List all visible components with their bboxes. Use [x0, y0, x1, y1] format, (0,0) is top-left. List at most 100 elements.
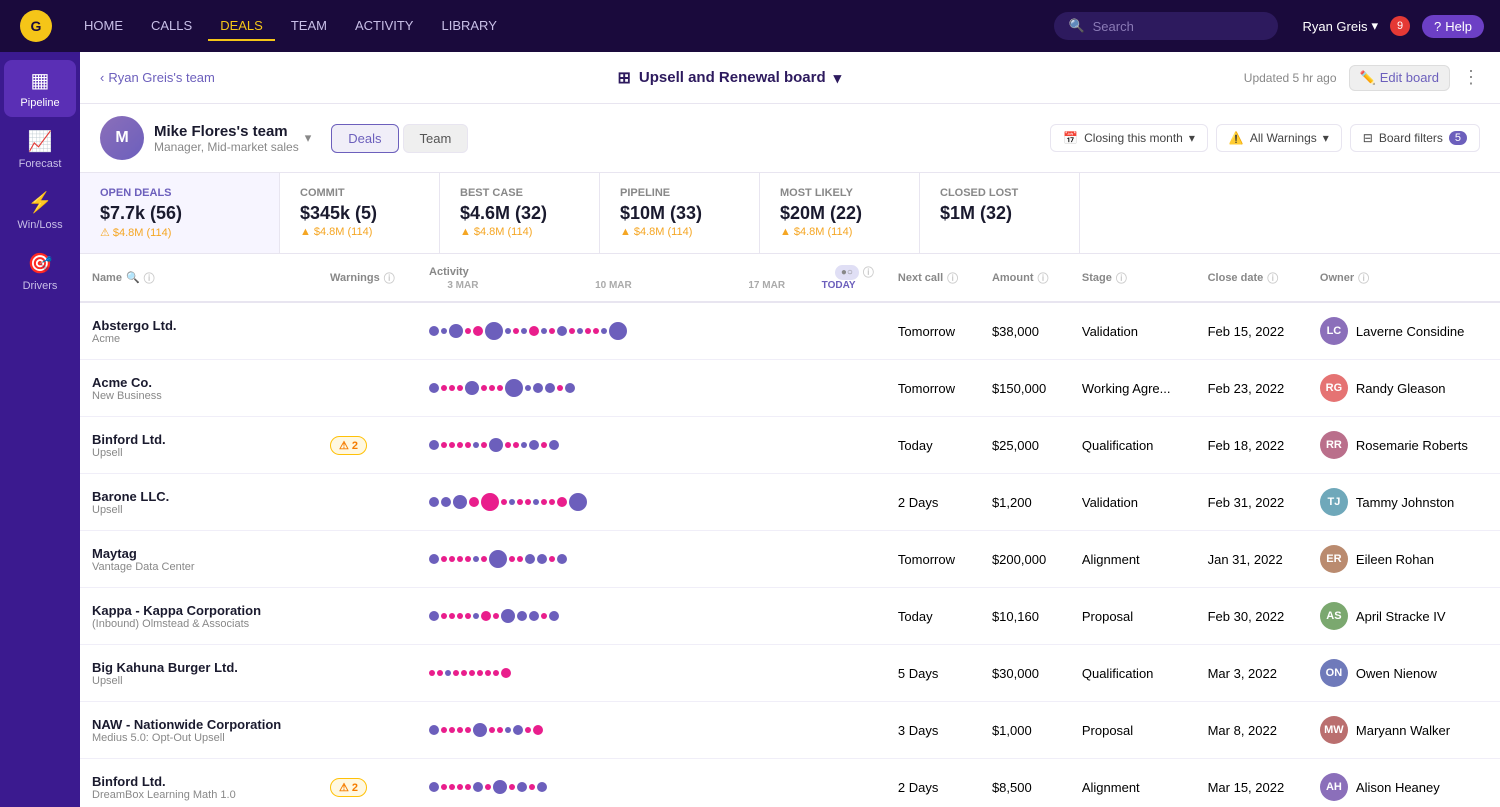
deal-close-date-cell: Mar 3, 2022: [1196, 645, 1308, 702]
activity-dot: [541, 328, 547, 334]
sidebar-item-pipeline[interactable]: ▦ Pipeline: [4, 60, 76, 117]
breadcrumb-back[interactable]: ‹ Ryan Greis's team: [100, 70, 215, 85]
sidebar-item-drivers[interactable]: 🎯 Drivers: [4, 243, 76, 300]
activity-dot: [513, 442, 519, 448]
activity-dot: [429, 670, 435, 676]
activity-dot: [533, 499, 539, 505]
warning-icon: ⚠: [100, 226, 110, 239]
team-dropdown-icon[interactable]: ▾: [305, 130, 312, 146]
activity-dot: [457, 385, 463, 391]
nav-home[interactable]: HOME: [72, 12, 135, 41]
table-row[interactable]: Abstergo Ltd. Acme Tomorrow $38,000 Vali…: [80, 302, 1500, 360]
deal-amount-cell: $1,000: [980, 702, 1070, 759]
search-input[interactable]: [1093, 19, 1265, 34]
nav-team[interactable]: TEAM: [279, 12, 339, 41]
deals-table-container: Name 🔍 ⓘ Warnings ⓘ: [80, 254, 1500, 807]
table-row[interactable]: Binford Ltd. Upsell ⚠ 2 Today $25,000 Qu…: [80, 417, 1500, 474]
deal-next-call-cell: Tomorrow: [886, 531, 980, 588]
activity-dot: [541, 613, 547, 619]
activity-dot: [441, 556, 447, 562]
nav-deals[interactable]: DEALS: [208, 12, 275, 41]
table-row[interactable]: Binford Ltd. DreamBox Learning Math 1.0 …: [80, 759, 1500, 807]
owner-cell: ER Eileen Rohan: [1320, 545, 1488, 573]
deal-activity-cell: [417, 531, 886, 588]
more-options-icon[interactable]: ⋮: [1462, 67, 1480, 88]
deal-stage-cell: Working Agre...: [1070, 360, 1196, 417]
activity-dot: [529, 611, 539, 621]
activity-dot: [449, 556, 455, 562]
activity-dot: [513, 725, 523, 735]
help-button[interactable]: ? Help: [1422, 15, 1484, 38]
deal-owner-cell: ON Owen Nienow: [1308, 645, 1500, 702]
activity-dots: [429, 425, 874, 465]
deal-activity-cell: [417, 417, 886, 474]
warnings-filter[interactable]: ⚠️ All Warnings ▾: [1216, 124, 1342, 152]
owner-name: Alison Heaney: [1356, 780, 1440, 795]
activity-dot: [481, 611, 491, 621]
activity-dot: [529, 784, 535, 790]
edit-board-button[interactable]: ✏️ Edit board: [1349, 65, 1450, 91]
closing-month-filter[interactable]: 📅 Closing this month ▾: [1050, 124, 1208, 152]
deal-activity-cell: [417, 702, 886, 759]
nav-library[interactable]: LIBRARY: [429, 12, 508, 41]
search-bar[interactable]: 🔍: [1054, 12, 1278, 40]
table-row[interactable]: Kappa - Kappa Corporation (Inbound) Olms…: [80, 588, 1500, 645]
owner-name: April Stracke IV: [1356, 609, 1446, 624]
deal-owner-cell: RG Randy Gleason: [1308, 360, 1500, 417]
activity-dot: [541, 499, 547, 505]
user-menu[interactable]: Ryan Greis ▾: [1302, 18, 1378, 34]
activity-dots: [429, 653, 874, 693]
deal-warnings-cell: [318, 588, 417, 645]
deal-activity-cell: [417, 588, 886, 645]
owner-avatar: ER: [1320, 545, 1348, 573]
team-header: M Mike Flores's team Manager, Mid-market…: [80, 104, 1500, 173]
activity-dot: [505, 727, 511, 733]
tab-team[interactable]: Team: [403, 124, 469, 153]
activity-dot: [497, 385, 503, 391]
board-filters-button[interactable]: ⊟ Board filters 5: [1350, 124, 1480, 152]
nav-activity[interactable]: ACTIVITY: [343, 12, 426, 41]
sidebar-item-winloss[interactable]: ⚡ Win/Loss: [4, 182, 76, 239]
search-icon[interactable]: 🔍: [126, 271, 140, 284]
deal-warnings-cell: [318, 702, 417, 759]
activity-date-markers: 3 MAR 10 MAR 17 MAR TODAY: [429, 280, 874, 291]
deal-amount-cell: $10,160: [980, 588, 1070, 645]
activity-dot: [593, 328, 599, 334]
info-icon: ⓘ: [384, 270, 395, 286]
table-row[interactable]: Barone LLC. Upsell 2 Days $1,200 Validat…: [80, 474, 1500, 531]
activity-dot: [565, 383, 575, 393]
activity-dot: [481, 493, 499, 511]
deal-name: Maytag: [92, 546, 306, 561]
deal-next-call-cell: Tomorrow: [886, 302, 980, 360]
owner-cell: MW Maryann Walker: [1320, 716, 1488, 744]
activity-dot: [481, 442, 487, 448]
deal-stage-cell: Validation: [1070, 302, 1196, 360]
up-icon: ▲: [780, 226, 791, 238]
deal-activity-cell: [417, 360, 886, 417]
breadcrumb-bar: ‹ Ryan Greis's team ⊞ Upsell and Renewal…: [80, 52, 1500, 104]
activity-dot: [609, 322, 627, 340]
deal-owner-cell: AH Alison Heaney: [1308, 759, 1500, 807]
info-icon: ⓘ: [1358, 270, 1369, 286]
nav-calls[interactable]: CALLS: [139, 12, 204, 41]
deal-owner-cell: AS April Stracke IV: [1308, 588, 1500, 645]
table-row[interactable]: Big Kahuna Burger Ltd. Upsell 5 Days $30…: [80, 645, 1500, 702]
activity-dot: [429, 554, 439, 564]
activity-dot: [449, 613, 455, 619]
board-title[interactable]: ⊞ Upsell and Renewal board ▾: [618, 68, 842, 88]
activity-dot: [509, 784, 515, 790]
activity-dot: [537, 554, 547, 564]
table-row[interactable]: Acme Co. New Business Tomorrow $150,000 …: [80, 360, 1500, 417]
table-row[interactable]: Maytag Vantage Data Center Tomorrow $200…: [80, 531, 1500, 588]
table-row[interactable]: NAW - Nationwide Corporation Medius 5.0:…: [80, 702, 1500, 759]
toggle-icon[interactable]: ●○: [835, 265, 859, 280]
sidebar-item-forecast[interactable]: 📈 Forecast: [4, 121, 76, 178]
deal-next-call-cell: 2 Days: [886, 474, 980, 531]
activity-dot: [429, 497, 439, 507]
summary-commit: Commit $345k (5) ▲$4.8M (114): [280, 173, 440, 253]
activity-dot: [521, 442, 527, 448]
notification-badge[interactable]: 9: [1390, 16, 1410, 36]
owner-avatar: AH: [1320, 773, 1348, 801]
tab-deals[interactable]: Deals: [331, 124, 398, 153]
info-icon: ⓘ: [1038, 270, 1049, 286]
